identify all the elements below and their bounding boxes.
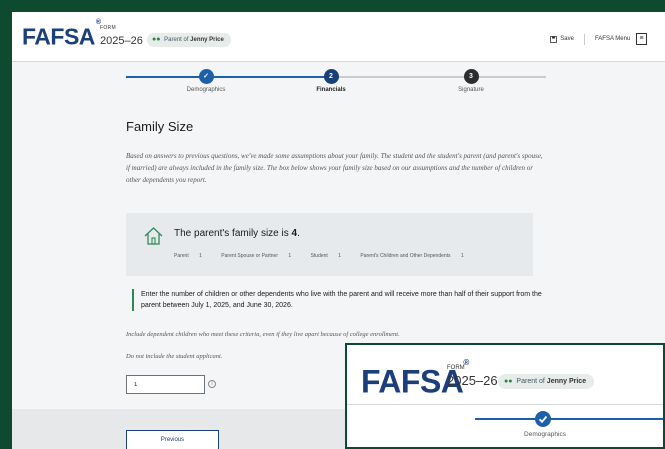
role-name: Jenny Price — [190, 37, 224, 43]
family-size-box: The parent's family size is 4. Parent 1 … — [126, 213, 533, 276]
house-icon — [144, 227, 163, 245]
exclude-hint: Do not include the student applicant. — [126, 353, 223, 360]
dependents-count-input[interactable] — [126, 375, 205, 394]
family-size-statement: The parent's family size is 4. — [174, 228, 300, 239]
family-size-breakdown: Parent 1 Parent Spouse or Partner 1 Stud… — [174, 253, 482, 259]
role-badge: ●● Parent of Jenny Price — [147, 33, 231, 47]
family-size-value: 4 — [291, 228, 298, 239]
step-number-2: 2 — [323, 69, 339, 84]
breakdown-item: Parent 1 — [174, 253, 202, 259]
logo-text: FAFSA — [22, 23, 95, 50]
previous-button[interactable]: Previous — [126, 430, 219, 449]
breakdown-item: Parent's Children and Other Dependents 1 — [360, 253, 464, 259]
page-header: FAFSA® FORM 2025–26 ●● Parent of Jenny P… — [12, 12, 665, 62]
form-year-block: FORM 2025–26 — [100, 25, 143, 49]
inset-check-icon — [535, 411, 551, 427]
step-label-signature: Signature — [458, 87, 484, 93]
menu-icon: ≡ — [636, 33, 647, 45]
progress-stepper: ✓ Demographics 2 Financials 3 Signature — [126, 68, 546, 98]
role-prefix: Parent of — [164, 37, 189, 43]
inset-form-year: 2025–26 — [447, 373, 498, 388]
form-label: FORM — [100, 25, 116, 31]
fafsa-logo[interactable]: FAFSA® — [22, 19, 101, 50]
people-icon: ●● — [152, 36, 161, 43]
family-size-text: The parent's family size is — [174, 228, 289, 239]
header-actions: Save FAFSA Menu ≡ — [550, 33, 647, 45]
save-icon — [550, 35, 558, 43]
page-title: Family Size — [126, 119, 194, 134]
dependents-question: Enter the number of children or other de… — [132, 289, 552, 311]
save-label: Save — [560, 36, 574, 42]
intro-text: Based on answers to previous questions, … — [126, 152, 543, 184]
inset-role-prefix: Parent of — [516, 378, 545, 385]
breakdown-item: Parent Spouse or Partner 1 — [221, 253, 292, 259]
inset-role-name: Jenny Price — [546, 378, 587, 385]
fafsa-menu-label: FAFSA Menu — [594, 36, 631, 42]
inset-people-icon: ●● — [504, 378, 513, 385]
fafsa-menu-button[interactable]: FAFSA Menu ≡ — [595, 33, 647, 45]
inset-divider — [347, 404, 663, 405]
include-hint: Include dependent children who meet thes… — [126, 331, 400, 338]
step-label-demographics: Demographics — [186, 87, 226, 93]
inset-stepper-track — [475, 418, 663, 420]
save-button[interactable]: Save — [550, 35, 574, 43]
zoomed-header-inset: FAFSA® FORM 2025–26 ●● Parent of Jenny P… — [345, 343, 665, 449]
inset-role-badge: ●● Parent of Jenny Price — [498, 374, 595, 389]
header-divider — [583, 33, 585, 45]
step-signature: 3 Signature — [426, 69, 516, 93]
step-label-financials: Financials — [316, 87, 346, 93]
step-demographics[interactable]: ✓ Demographics — [161, 69, 251, 93]
step-number-3: 3 — [463, 69, 479, 84]
breakdown-item: Student 1 — [310, 253, 341, 259]
inset-step-label: Demographics — [524, 431, 566, 438]
inset-form-year-block: FORM 2025–26 — [447, 365, 498, 390]
inset-form-label: FORM — [447, 365, 465, 371]
step-financials: 2 Financials — [286, 69, 376, 93]
form-year: 2025–26 — [100, 35, 143, 47]
info-icon[interactable]: i — [208, 380, 216, 388]
check-icon: ✓ — [198, 69, 214, 84]
